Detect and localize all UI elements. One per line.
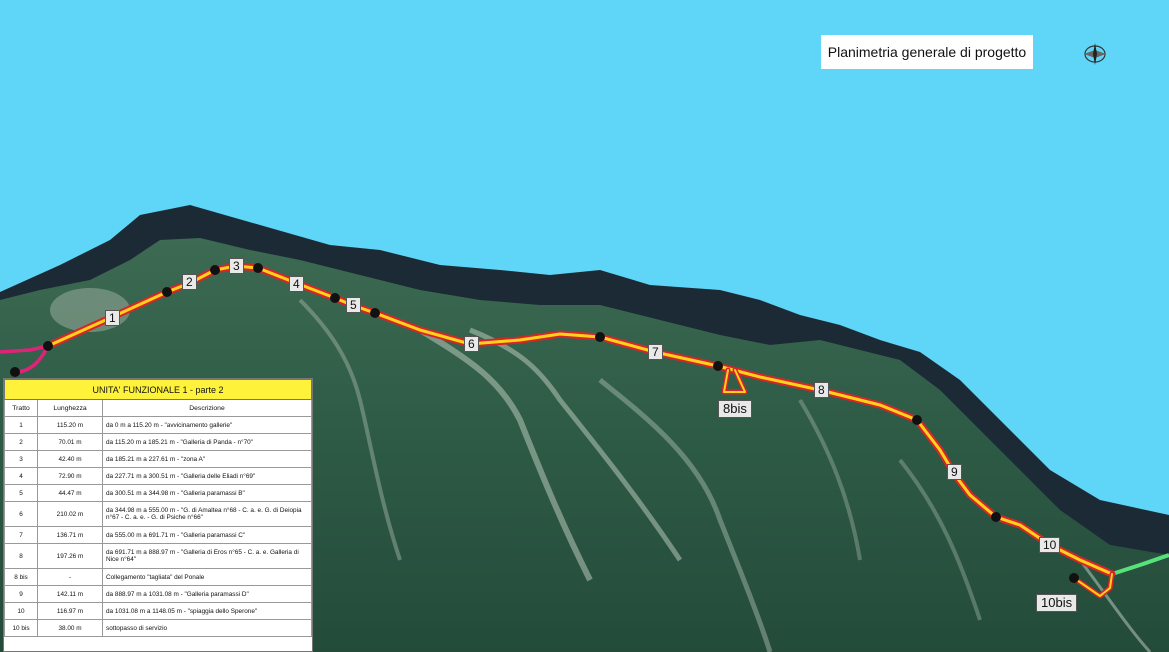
node: [912, 415, 922, 425]
table-row: 8 197.26 m da 691.71 m a 888.97 m - "Galle…: [4, 543, 312, 569]
table-row: 10 116.97 m da 1031.08 m a 1148.05 m - "sp…: [4, 602, 312, 620]
table-cell-lunghezza: 116.97 m: [37, 602, 103, 620]
node: [162, 287, 172, 297]
column-header: Lunghezza: [37, 399, 103, 417]
node: [330, 293, 340, 303]
table-cell-tratto: 6: [4, 501, 38, 527]
table-row: 2 70.01 m da 115.20 m a 185.21 m - "Galler…: [4, 433, 312, 451]
table-cell-lunghezza: 142.11 m: [37, 585, 103, 603]
table-cell-descrizione: da 227.71 m a 300.51 m - "Galleria delle…: [102, 467, 312, 485]
table-row: 6 210.02 m da 344.98 m a 555.00 m - "G. di…: [4, 501, 312, 527]
map-title: Planimetria generale di progetto: [821, 35, 1033, 69]
table-cell-descrizione: da 888.97 m a 1031.08 m - "Galleria para…: [102, 585, 312, 603]
table-cell-descrizione: da 0 m a 115.20 m - "avvicinamento galle…: [102, 416, 312, 434]
column-header: Descrizione: [102, 399, 312, 417]
node: [1069, 573, 1079, 583]
table-cell-lunghezza: 197.26 m: [37, 543, 103, 569]
table-cell-descrizione: da 1031.08 m a 1148.05 m - "spiaggia del…: [102, 602, 312, 620]
table-cell-descrizione: da 555.00 m a 691.71 m - "Galleria param…: [102, 526, 312, 544]
table-row: 9 142.11 m da 888.97 m a 1031.08 m - "Gall…: [4, 585, 312, 603]
table-row: 1 115.20 m da 0 m a 115.20 m - "avviciname…: [4, 416, 312, 434]
node: [43, 341, 53, 351]
node: [595, 332, 605, 342]
table-cell-tratto: 8 bis: [4, 568, 38, 586]
table-cell-tratto: 9: [4, 585, 38, 603]
segment-label: 6: [464, 336, 479, 352]
node: [370, 308, 380, 318]
table-row: 3 42.40 m da 185.21 m a 227.61 m - "zona A…: [4, 450, 312, 468]
table-cell-descrizione: Collegamento "tagliata" del Ponale: [102, 568, 312, 586]
segment-label: 9: [947, 464, 962, 480]
node: [10, 367, 20, 377]
table-cell-lunghezza: 210.02 m: [37, 501, 103, 527]
table-cell-lunghezza: 70.01 m: [37, 433, 103, 451]
segment-label: 10bis: [1036, 594, 1078, 612]
table-cell-lunghezza: -: [37, 568, 103, 586]
segment-label: 5: [346, 297, 361, 313]
table-row: 10 bis 38.00 m sottopasso di servizio: [4, 619, 312, 637]
compass-rose-icon: [1084, 43, 1106, 65]
column-header: Tratto: [4, 399, 38, 417]
table-cell-tratto: 2: [4, 433, 38, 451]
table-cell-descrizione: sottopasso di servizio: [102, 619, 312, 637]
segment-label: 4: [289, 276, 304, 292]
segment-label: 8: [814, 382, 829, 398]
node: [991, 512, 1001, 522]
node: [210, 265, 220, 275]
segment-label: 8bis: [718, 400, 752, 418]
table-cell-descrizione: da 185.21 m a 227.61 m - "zona A": [102, 450, 312, 468]
table-row: 7 136.71 m da 555.00 m a 691.71 m - "Galle…: [4, 526, 312, 544]
node: [713, 361, 723, 371]
table-cell-lunghezza: 136.71 m: [37, 526, 103, 544]
table-cell-lunghezza: 42.40 m: [37, 450, 103, 468]
table-cell-tratto: 10: [4, 602, 38, 620]
table-cell-descrizione: da 344.98 m a 555.00 m - "G. di Amaltea …: [102, 501, 312, 527]
table-cell-descrizione: da 300.51 m a 344.98 m - "Galleria param…: [102, 484, 312, 502]
table-cell-lunghezza: 38.00 m: [37, 619, 103, 637]
table-row: 8 bis - Collegamento "tagliata" del Ponale: [4, 568, 312, 586]
table-cell-lunghezza: 115.20 m: [37, 416, 103, 434]
node: [253, 263, 263, 273]
segment-label: 3: [229, 258, 244, 274]
table-cell-tratto: 3: [4, 450, 38, 468]
table-cell-tratto: 1: [4, 416, 38, 434]
segment-label: 7: [648, 344, 663, 360]
table-cell-tratto: 10 bis: [4, 619, 38, 637]
table-cell-tratto: 7: [4, 526, 38, 544]
table-cell-tratto: 8: [4, 543, 38, 569]
table-cell-tratto: 4: [4, 467, 38, 485]
table-row: 5 44.47 m da 300.51 m a 344.98 m - "Galler…: [4, 484, 312, 502]
table-cell-descrizione: da 115.20 m a 185.21 m - "Galleria di Pa…: [102, 433, 312, 451]
table-cell-descrizione: da 691.71 m a 888.97 m - "Galleria di Er…: [102, 543, 312, 569]
table-cell-tratto: 5: [4, 484, 38, 502]
table-cell-lunghezza: 72.90 m: [37, 467, 103, 485]
segment-label: 1: [105, 310, 120, 326]
table-cell-lunghezza: 44.47 m: [37, 484, 103, 502]
segment-label: 10: [1039, 537, 1061, 553]
table-title: UNITA' FUNZIONALE 1 - parte 2: [4, 379, 312, 400]
segment-label: 2: [182, 274, 197, 290]
table-row: 4 72.90 m da 227.71 m a 300.51 m - "Galler…: [4, 467, 312, 485]
segments-table: UNITA' FUNZIONALE 1 - parte 2 Tratto Lun…: [3, 378, 313, 652]
